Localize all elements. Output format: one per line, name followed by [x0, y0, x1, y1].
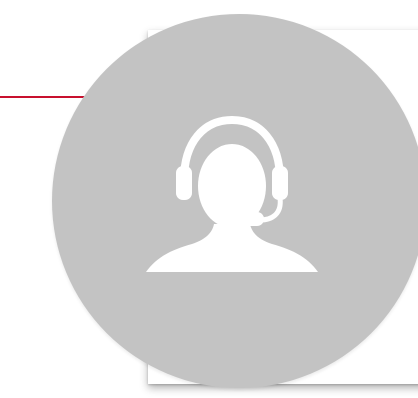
shoulders-shape	[146, 224, 318, 272]
customer-support-headset-icon	[146, 115, 318, 272]
left-earcup	[176, 166, 192, 200]
microphone-shape	[242, 212, 264, 226]
support-graphic	[0, 0, 418, 398]
right-earcup	[272, 166, 288, 200]
